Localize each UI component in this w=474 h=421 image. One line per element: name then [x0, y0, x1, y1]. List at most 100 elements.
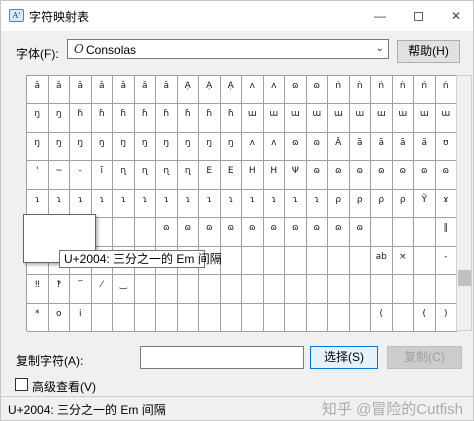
char-cell[interactable]: [220, 246, 242, 276]
char-cell[interactable]: ρ: [328, 189, 350, 219]
char-cell[interactable]: [220, 275, 242, 304]
char-cell[interactable]: ǎ: [48, 76, 70, 105]
grid-scrollbar[interactable]: [456, 75, 472, 331]
char-cell[interactable]: ã: [371, 132, 393, 162]
char-cell[interactable]: ṅ: [392, 76, 414, 105]
char-cell[interactable]: H: [263, 161, 285, 190]
char-cell[interactable]: ɷ: [392, 161, 414, 190]
char-cell[interactable]: [263, 275, 285, 304]
char-cell[interactable]: [392, 218, 414, 247]
char-cell[interactable]: ɿ: [156, 189, 178, 219]
char-cell[interactable]: ɯ: [414, 104, 436, 133]
char-cell[interactable]: [134, 275, 156, 304]
char-cell[interactable]: ṅ: [349, 76, 371, 105]
char-cell[interactable]: ρ: [349, 189, 371, 219]
char-cell[interactable]: (: [371, 303, 393, 332]
char-cell[interactable]: ɷ: [263, 218, 285, 247]
char-cell[interactable]: ×: [392, 246, 414, 276]
char-cell[interactable]: ɳ: [156, 161, 178, 190]
char-cell[interactable]: [220, 303, 242, 332]
char-cell[interactable]: ṅ: [435, 76, 457, 105]
char-cell[interactable]: ⁄: [91, 275, 113, 304]
minimize-button[interactable]: —: [363, 3, 397, 29]
char-cell[interactable]: [263, 303, 285, 332]
char-cell[interactable]: ĩ: [91, 161, 113, 190]
char-cell[interactable]: ʌ: [242, 132, 264, 162]
char-cell[interactable]: [328, 246, 350, 276]
char-cell[interactable]: ɷ: [306, 132, 328, 162]
char-cell[interactable]: ɷ: [156, 218, 178, 247]
char-cell[interactable]: Ā: [328, 132, 350, 162]
char-cell[interactable]: E: [220, 161, 242, 190]
char-cell[interactable]: ɯ: [242, 104, 264, 133]
char-cell[interactable]: ŋ: [48, 104, 70, 133]
char-cell[interactable]: [285, 275, 307, 304]
char-cell[interactable]: ǎ: [27, 76, 49, 105]
char-cell[interactable]: ǎ: [134, 76, 156, 105]
char-cell[interactable]: ǎ: [91, 76, 113, 105]
char-cell[interactable]: ɷ: [414, 161, 436, 190]
char-cell[interactable]: [306, 246, 328, 276]
char-cell[interactable]: H: [242, 161, 264, 190]
font-dropdown[interactable]: O Consolas ⌄: [67, 39, 389, 59]
char-cell[interactable]: ɷ: [371, 161, 393, 190]
char-cell[interactable]: [328, 303, 350, 332]
char-cell[interactable]: [91, 303, 113, 332]
char-cell[interactable]: [177, 275, 199, 304]
char-cell[interactable]: ã: [349, 132, 371, 162]
char-cell[interactable]: ab: [371, 246, 393, 276]
char-cell[interactable]: [414, 218, 436, 247]
char-cell[interactable]: [371, 218, 393, 247]
char-cell[interactable]: [392, 275, 414, 304]
char-cell[interactable]: ɿ: [113, 189, 135, 219]
char-cell[interactable]: [285, 303, 307, 332]
char-cell[interactable]: [349, 275, 371, 304]
char-cell[interactable]: ʌ: [263, 132, 285, 162]
char-cell[interactable]: ɤ: [435, 189, 457, 219]
select-button[interactable]: 选择(S): [310, 346, 378, 369]
char-cell[interactable]: ŋ: [156, 132, 178, 162]
char-cell[interactable]: [156, 303, 178, 332]
char-cell[interactable]: ‖: [435, 218, 457, 247]
char-cell[interactable]: [199, 275, 221, 304]
char-cell[interactable]: ŋ: [134, 132, 156, 162]
char-cell[interactable]: ʌ: [263, 76, 285, 105]
char-cell[interactable]: ǎ: [113, 76, 135, 105]
char-cell[interactable]: ŋ: [70, 132, 92, 162]
char-cell[interactable]: ŋ: [220, 132, 242, 162]
char-cell[interactable]: ɷ: [199, 218, 221, 247]
char-cell[interactable]: ɿ: [134, 189, 156, 219]
char-cell[interactable]: *: [27, 303, 49, 332]
char-cell[interactable]: [242, 246, 264, 276]
char-cell[interactable]: [306, 275, 328, 304]
char-cell[interactable]: ɷ: [306, 218, 328, 247]
char-cell[interactable]: [113, 218, 135, 247]
char-cell[interactable]: ɷ: [328, 218, 350, 247]
char-cell[interactable]: ɿ: [220, 189, 242, 219]
char-cell[interactable]: ɯ: [435, 104, 457, 133]
char-cell[interactable]: ɿ: [263, 189, 285, 219]
advanced-view-checkbox[interactable]: [15, 378, 28, 391]
char-cell[interactable]: ã: [392, 132, 414, 162]
char-cell[interactable]: ɷ: [285, 218, 307, 247]
char-cell[interactable]: ṅ: [414, 76, 436, 105]
char-cell[interactable]: ɯ: [263, 104, 285, 133]
char-cell[interactable]: ŋ: [177, 132, 199, 162]
char-cell[interactable]: ': [27, 161, 49, 190]
copy-button[interactable]: 复制(C): [387, 346, 462, 369]
char-cell[interactable]: [199, 303, 221, 332]
char-cell[interactable]: ɦ: [156, 104, 178, 133]
char-cell[interactable]: ɯ: [285, 104, 307, 133]
char-cell[interactable]: ɷ: [177, 218, 199, 247]
char-cell[interactable]: [113, 303, 135, 332]
char-cell[interactable]: ŋ: [199, 132, 221, 162]
char-cell[interactable]: ‿: [113, 275, 135, 304]
char-cell[interactable]: ɯ: [371, 104, 393, 133]
char-cell[interactable]: [242, 303, 264, 332]
char-cell[interactable]: ɦ: [113, 104, 135, 133]
char-cell[interactable]: ɯ: [349, 104, 371, 133]
help-button[interactable]: 帮助(H): [397, 40, 460, 63]
char-cell[interactable]: [134, 218, 156, 247]
char-cell[interactable]: o: [48, 303, 70, 332]
char-cell[interactable]: [435, 275, 457, 304]
